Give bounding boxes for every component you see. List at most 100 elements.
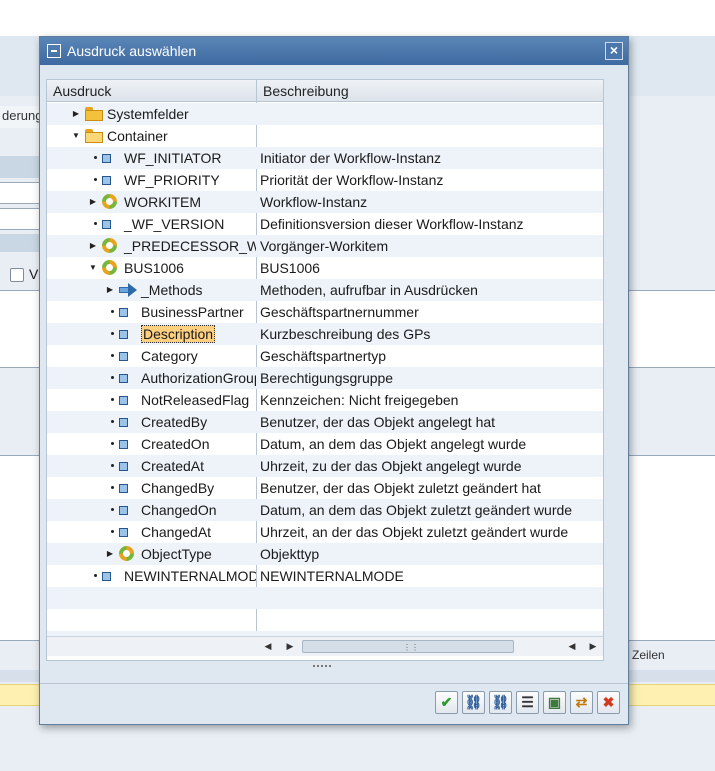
tree-row[interactable]: BusinessPartner Geschäftspartnernummer (47, 301, 603, 323)
tree-node-cell[interactable]: CreatedOn (47, 433, 256, 455)
attribute-icon (119, 440, 128, 449)
tree-node-cell[interactable]: ChangedBy (47, 477, 256, 499)
tree-node-cell[interactable]: ChangedOn (47, 499, 256, 521)
expand-triangle-icon[interactable]: ▶ (105, 549, 115, 559)
tree-node-cell[interactable]: ▶ ObjectType (47, 543, 256, 565)
scroll-left-icon[interactable]: ◀ (262, 641, 274, 652)
tree-row[interactable]: ▼ Container (47, 125, 603, 147)
tree-row[interactable]: CreatedAt Uhrzeit, zu der das Objekt ange… (47, 455, 603, 477)
background-input[interactable] (0, 208, 40, 230)
tree-row[interactable]: ▶ Systemfelder (47, 103, 603, 125)
find-button[interactable]: ⛓ (462, 691, 485, 714)
tree-node-label[interactable]: Category (141, 348, 198, 364)
tree-node-label[interactable]: NotReleasedFlag (141, 392, 249, 408)
tree-node-cell[interactable]: ▶ _PREDECESSOR_WI (47, 235, 256, 257)
tree-row[interactable]: ▶ WORKITEM Workflow-Instanz (47, 191, 603, 213)
tree-node-label[interactable]: CreatedOn (141, 436, 209, 452)
tree-row[interactable]: ▶ ObjectType Objekttyp (47, 543, 603, 565)
tree-node-label[interactable]: NEWINTERNALMODE (124, 568, 256, 584)
column-header-expression[interactable]: Ausdruck (53, 83, 111, 99)
tree-row[interactable]: WF_PRIORITY Priorität der Workflow-Instan… (47, 169, 603, 191)
tree-row[interactable]: ChangedOn Datum, an dem das Objekt zuletz… (47, 499, 603, 521)
attribute-icon (119, 308, 128, 317)
tree-row[interactable]: NEWINTERNALMODE NEWINTERNALMODE (47, 565, 603, 587)
tree-row[interactable]: ChangedBy Benutzer, der das Objekt zuletz… (47, 477, 603, 499)
tree-node-cell[interactable]: NotReleasedFlag (47, 389, 256, 411)
background-input[interactable] (0, 182, 40, 204)
tree-node-cell[interactable]: WF_PRIORITY (47, 169, 256, 191)
tree-node-cell[interactable]: Category (47, 345, 256, 367)
tree-node-cell[interactable]: ▶ WORKITEM (47, 191, 256, 213)
object-button[interactable]: ▣ (543, 691, 566, 714)
tree-node-label[interactable]: BusinessPartner (141, 304, 244, 320)
list-button[interactable]: ☰ (516, 691, 539, 714)
scrollbar-thumb[interactable]: ⋮⋮ (302, 640, 514, 653)
dialog-titlebar[interactable]: Ausdruck auswählen (40, 37, 628, 65)
tree-node-label[interactable]: _PREDECESSOR_WI (124, 238, 256, 254)
object-icon (102, 238, 117, 253)
tree-row[interactable]: CreatedBy Benutzer, der das Objekt angele… (47, 411, 603, 433)
tree-row[interactable]: ChangedAt Uhrzeit, an der das Objekt zule… (47, 521, 603, 543)
tree-node-cell[interactable]: ▼ BUS1006 (47, 257, 256, 279)
cancel-button[interactable]: ✖ (597, 691, 620, 714)
tree-node-label[interactable]: ChangedAt (141, 524, 211, 540)
tree-node-label[interactable]: _WF_VERSION (124, 216, 224, 232)
tree-node-label[interactable]: WF_PRIORITY (124, 172, 220, 188)
tree-row[interactable]: AuthorizationGroup Berechtigungsgruppe (47, 367, 603, 389)
expand-triangle-icon[interactable]: ▶ (105, 285, 115, 295)
expand-triangle-icon[interactable]: ▶ (88, 241, 98, 251)
tree-row[interactable]: NotReleasedFlag Kennzeichen: Nicht freige… (47, 389, 603, 411)
transfer-button[interactable]: ⇄ (570, 691, 593, 714)
tree-node-cell[interactable]: CreatedBy (47, 411, 256, 433)
scroll-right-icon[interactable]: ▶ (587, 641, 599, 652)
column-header-description[interactable]: Beschreibung (263, 83, 349, 99)
tree-node-label[interactable]: BUS1006 (124, 260, 184, 276)
collapse-triangle-icon[interactable]: ▼ (88, 263, 98, 273)
tree-node-label[interactable]: Systemfelder (107, 106, 189, 122)
tree-node-cell[interactable]: WF_INITIATOR (47, 147, 256, 169)
background-textarea[interactable] (0, 290, 40, 368)
tree-row[interactable]: _WF_VERSION Definitionsversion dieser Wor… (47, 213, 603, 235)
find-next-button[interactable]: ⛓ (489, 691, 512, 714)
horizontal-scrollbar[interactable]: ◀ ▶ ⋮⋮ ◀ ▶ (47, 636, 603, 656)
tree-node-cell[interactable]: ▼ Container (47, 125, 256, 147)
confirm-button[interactable]: ✔ (435, 691, 458, 714)
tree-node-label[interactable]: WORKITEM (124, 194, 201, 210)
collapse-triangle-icon[interactable]: ▼ (71, 131, 81, 141)
tree-node-cell[interactable]: _WF_VERSION (47, 213, 256, 235)
tree-node-label[interactable]: CreatedBy (141, 414, 207, 430)
tree-row[interactable]: WF_INITIATOR Initiator der Workflow-Insta… (47, 147, 603, 169)
tree-node-label[interactable]: Description (141, 325, 216, 343)
close-button[interactable]: × (605, 42, 623, 60)
tree-node-label[interactable]: AuthorizationGroup (141, 370, 256, 386)
tree-node-cell[interactable]: ▶ _Methods (47, 279, 256, 301)
tree-node-label[interactable]: ChangedOn (141, 502, 217, 518)
tree-node-cell[interactable]: BusinessPartner (47, 301, 256, 323)
tree-node-label[interactable]: WF_INITIATOR (124, 150, 221, 166)
tree-node-label[interactable]: ObjectType (141, 546, 212, 562)
tree-node-cell[interactable]: ▶ Systemfelder (47, 103, 256, 125)
expand-triangle-icon[interactable]: ▶ (71, 109, 81, 119)
tree-row[interactable]: Description Kurzbeschreibung des GPs (47, 323, 603, 345)
tree-node-label[interactable]: Container (107, 128, 168, 144)
tree-row[interactable]: CreatedOn Datum, an dem das Objekt angele… (47, 433, 603, 455)
splitter-grip[interactable] (313, 665, 331, 668)
background-textarea[interactable] (0, 455, 40, 641)
tree-node-label[interactable]: ChangedBy (141, 480, 214, 496)
tree-node-cell[interactable]: AuthorizationGroup (47, 367, 256, 389)
background-checkbox[interactable] (10, 268, 24, 282)
tree-row[interactable]: Category Geschäftspartnertyp (47, 345, 603, 367)
tree-node-cell[interactable]: Description (47, 323, 256, 345)
background-tab-label[interactable]: derung (0, 106, 40, 128)
tree-node-cell[interactable]: ChangedAt (47, 521, 256, 543)
tree-row[interactable]: ▶ _Methods Methoden, aufrufbar in Ausdrück… (47, 279, 603, 301)
tree-node-label[interactable]: CreatedAt (141, 458, 204, 474)
tree-row[interactable]: ▶ _PREDECESSOR_WI Vorgänger-Workitem (47, 235, 603, 257)
tree-node-cell[interactable]: CreatedAt (47, 455, 256, 477)
expand-triangle-icon[interactable]: ▶ (88, 197, 98, 207)
tree-node-label[interactable]: _Methods (141, 282, 202, 298)
tree-node-cell[interactable]: NEWINTERNALMODE (47, 565, 256, 587)
scroll-right-icon[interactable]: ▶ (284, 641, 296, 652)
tree-row[interactable]: ▼ BUS1006 BUS1006 (47, 257, 603, 279)
scroll-left-icon[interactable]: ◀ (566, 641, 578, 652)
